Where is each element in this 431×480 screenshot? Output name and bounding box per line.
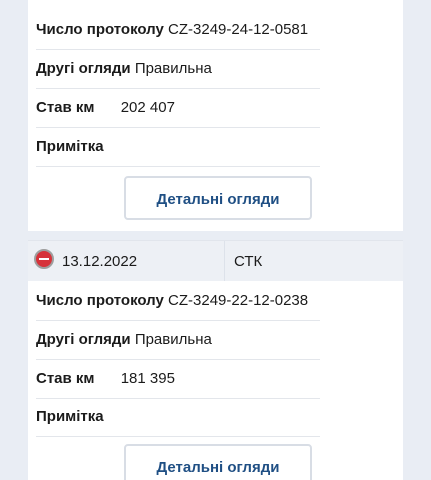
mileage-label: Став км	[36, 370, 95, 387]
inspection-details-card-1: Число протоколу CZ-3249-24-12-0581 Другі…	[28, 0, 403, 231]
other-inspections-row: Другі огляди Правильна	[36, 50, 320, 89]
other-inspections-value: Правильна	[134, 60, 212, 77]
inspection-details-card-2: Число протоколу CZ-3249-22-12-0238 Другі…	[28, 281, 403, 480]
detailed-inspections-button[interactable]: Детальні огляди	[124, 444, 312, 480]
protocol-number-row: Число протоколу CZ-3249-24-12-0581	[36, 11, 320, 50]
other-inspections-row: Другі огляди Правильна	[36, 321, 320, 360]
mileage-label: Став км	[36, 99, 95, 116]
note-label: Примітка	[36, 138, 104, 155]
inspection-date: 13.12.2022	[62, 253, 138, 270]
note-row: Примітка	[36, 128, 320, 167]
column-divider	[224, 241, 225, 283]
note-label: Примітка	[36, 408, 104, 425]
protocol-number-label: Число протоколу	[36, 292, 164, 309]
mileage-value: 181 395	[120, 370, 175, 387]
detailed-inspections-button[interactable]: Детальні огляди	[124, 176, 312, 220]
protocol-number-row: Число протоколу CZ-3249-22-12-0238	[36, 282, 320, 321]
mileage-row: Став км 202 407	[36, 89, 320, 128]
other-inspections-label: Другі огляди	[36, 60, 131, 77]
other-inspections-value: Правильна	[134, 331, 212, 348]
other-inspections-label: Другі огляди	[36, 331, 131, 348]
mileage-row: Став км 181 395	[36, 360, 320, 399]
minus-circle-icon	[34, 249, 54, 269]
inspection-history-screen: Число протоколу CZ-3249-24-12-0581 Другі…	[0, 0, 431, 480]
protocol-number-value: CZ-3249-22-12-0238	[168, 292, 309, 309]
mileage-value: 202 407	[120, 99, 175, 116]
protocol-number-value: CZ-3249-24-12-0581	[168, 21, 309, 38]
note-row: Примітка	[36, 398, 320, 437]
protocol-number-label: Число протоколу	[36, 21, 164, 38]
inspection-entry-header[interactable]: 13.12.2022 СТК	[28, 240, 403, 283]
inspection-type: СТК	[234, 253, 263, 270]
